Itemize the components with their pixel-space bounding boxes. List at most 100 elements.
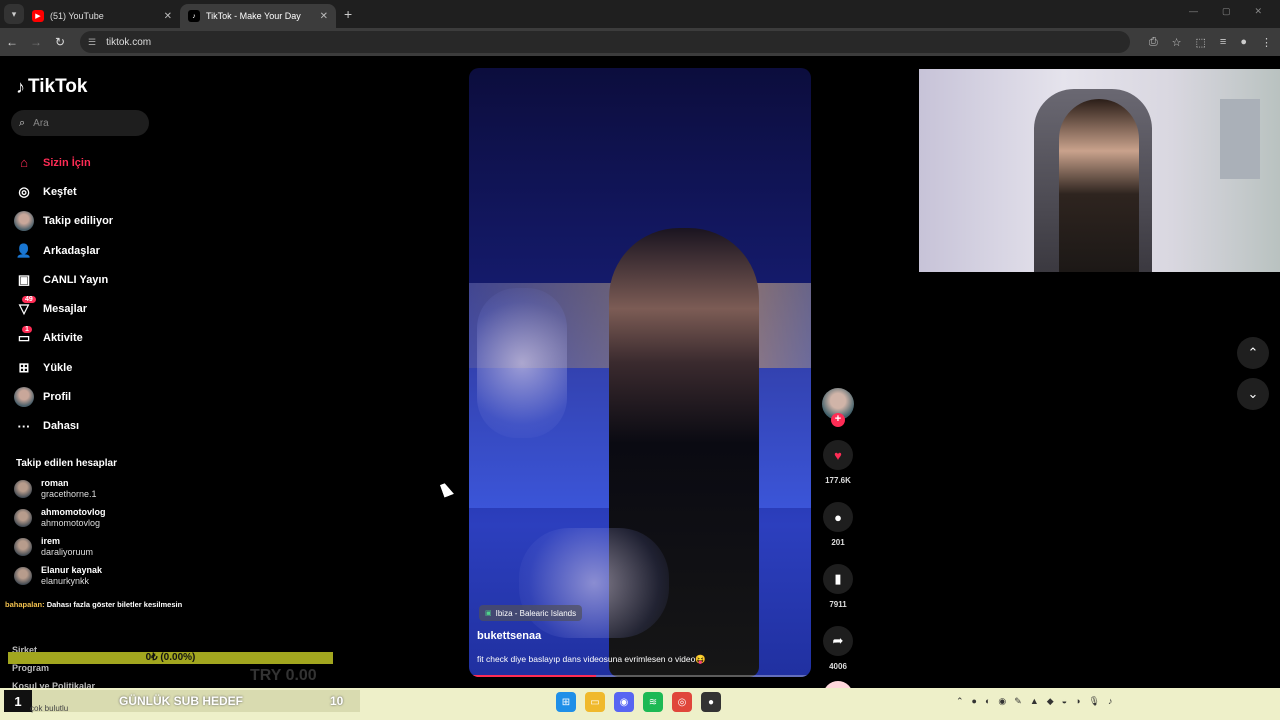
- url-input[interactable]: ☰ tiktok.com: [80, 31, 1130, 53]
- chrome-icon[interactable]: ◎: [672, 692, 692, 712]
- logo-text: TikTok: [28, 76, 88, 97]
- sidebar-item-live[interactable]: ▣ CANLI Yayın: [14, 265, 113, 294]
- tray-app-icon[interactable]: ▲: [1030, 696, 1039, 707]
- tray-chevron-up-icon[interactable]: ⌃: [956, 696, 964, 707]
- bookmark-action[interactable]: ▮ 7911: [820, 564, 856, 609]
- avatar: [14, 479, 32, 498]
- account-handle: daraliyoruum: [41, 546, 94, 557]
- profile-icon[interactable]: ●: [1240, 36, 1247, 49]
- bookmark-icon[interactable]: ▮: [823, 564, 853, 594]
- tab-youtube[interactable]: ▶ (51) YouTube ✕: [24, 4, 180, 28]
- location-tag[interactable]: ▣ Ibiza - Balearic Islands: [479, 605, 583, 621]
- close-window-icon[interactable]: ✕: [1254, 6, 1262, 17]
- sidebar-item-explore[interactable]: ◎ Keşfet: [14, 177, 113, 206]
- reload-icon[interactable]: ↻: [48, 35, 72, 49]
- sidebar-item-label: Aktivite: [43, 332, 83, 345]
- sidebar-item-profile[interactable]: Profil: [14, 382, 113, 411]
- spotify-icon[interactable]: ≋: [643, 692, 663, 712]
- bookmark-star-icon[interactable]: ☆: [1172, 36, 1182, 49]
- avatar: [14, 508, 32, 527]
- video-blur-hand: [477, 288, 567, 438]
- tab-tiktok[interactable]: ♪ TikTok - Make Your Day ✕: [180, 4, 336, 28]
- video-actions: + ♥ 177.6K ● 201 ▮ 7911 ➦ 4006 ✿: [820, 388, 856, 711]
- friends-icon: 👤: [15, 242, 33, 258]
- search-input[interactable]: ⌕ Ara: [11, 110, 149, 136]
- avatar: [14, 211, 34, 232]
- comment-action[interactable]: ● 201: [820, 502, 856, 547]
- video-progress-bar[interactable]: [469, 675, 811, 677]
- bookmark-count: 7911: [829, 600, 847, 609]
- site-info-icon[interactable]: ☰: [88, 37, 96, 48]
- video-player[interactable]: ▣ Ibiza - Balearic Islands bukettsenaa f…: [469, 68, 811, 677]
- tray-network-icon[interactable]: ◒: [1062, 696, 1067, 707]
- sidebar-item-friends[interactable]: 👤 Arkadaşlar: [14, 236, 113, 265]
- creator-avatar[interactable]: +: [822, 388, 854, 427]
- windows-start-icon[interactable]: ⊞: [556, 692, 576, 712]
- share-count: 4006: [829, 662, 847, 671]
- sidebar-item-activity[interactable]: ▭ 1 Aktivite: [14, 324, 113, 353]
- tray-speaker-icon[interactable]: ♪: [1108, 696, 1113, 707]
- comment-icon[interactable]: ●: [823, 502, 853, 532]
- donation-goal-bar: 0₺ (0.00%): [8, 652, 333, 664]
- tray-discord-icon[interactable]: ◉: [998, 696, 1006, 707]
- tray-spotify-icon[interactable]: ●: [972, 696, 977, 707]
- tray-shield-icon[interactable]: ◆: [1047, 696, 1054, 707]
- menu-icon[interactable]: ⋮: [1261, 36, 1272, 49]
- more-icon: ···: [17, 418, 31, 434]
- video-username[interactable]: bukettsenaa: [477, 630, 541, 642]
- share-action[interactable]: ➦ 4006: [820, 626, 856, 671]
- heart-icon[interactable]: ♥: [823, 440, 853, 470]
- file-explorer-icon[interactable]: ▭: [585, 692, 605, 712]
- following-account[interactable]: ahmomotovlog ahmomotovlog: [14, 503, 106, 532]
- webcam-overlay: [919, 69, 1280, 272]
- avatar: [14, 537, 32, 556]
- browser-tabbar: ▾ ▶ (51) YouTube ✕ ♪ TikTok - Make Your …: [0, 0, 1280, 28]
- new-tab-button[interactable]: +: [344, 6, 352, 22]
- sidebar-item-for-you[interactable]: ⌂ Sizin İçin: [14, 148, 113, 177]
- forward-icon[interactable]: →: [24, 35, 48, 49]
- sidebar-item-label: Mesajlar: [43, 303, 88, 316]
- previous-video-button[interactable]: ⌃: [1237, 337, 1269, 369]
- video-progress-fill: [469, 675, 596, 677]
- like-action[interactable]: ♥ 177.6K: [820, 440, 856, 485]
- following-account[interactable]: irem daraliyoruum: [14, 532, 106, 561]
- discord-icon[interactable]: ◉: [614, 692, 634, 712]
- tab-search-button[interactable]: ▾: [4, 4, 24, 24]
- location-text: Ibiza - Balearic Islands: [495, 608, 577, 618]
- chevron-up-icon: ⌃: [1247, 345, 1259, 360]
- following-list: roman gracethorne.1 ahmomotovlog ahmomotov…: [14, 474, 106, 591]
- following-account[interactable]: roman gracethorne.1: [14, 474, 106, 503]
- goal-count: 10: [330, 694, 344, 708]
- activity-icon: ▭: [17, 330, 31, 346]
- sidebar-menu: ⌂ Sizin İçin ◎ Keşfet Takip ediliyor 👤 A…: [14, 148, 113, 441]
- maximize-icon[interactable]: ▢: [1222, 6, 1231, 17]
- minimize-icon[interactable]: —: [1189, 6, 1198, 17]
- sidebar-item-more[interactable]: ··· Dahası: [14, 412, 113, 441]
- tray-pen-icon[interactable]: ✎: [1014, 696, 1022, 707]
- back-icon[interactable]: ←: [0, 35, 24, 49]
- tray-steam-icon[interactable]: ◐: [985, 696, 990, 707]
- tab-label: (51) YouTube: [50, 11, 104, 21]
- sidebar-item-following[interactable]: Takip ediliyor: [14, 207, 113, 236]
- next-video-button[interactable]: ⌄: [1237, 378, 1269, 410]
- obs-icon[interactable]: ●: [701, 692, 721, 712]
- account-name: Elanur kaynak: [41, 565, 103, 576]
- tiktok-logo[interactable]: ♪ TikTok: [16, 76, 87, 98]
- account-handle: gracethorne.1: [41, 488, 97, 499]
- install-icon[interactable]: ⎙: [1149, 36, 1158, 49]
- tray-volume-icon[interactable]: ◑: [1075, 696, 1080, 707]
- sidebar-item-upload[interactable]: ⊞ Yükle: [14, 353, 113, 382]
- tray-microphone-icon[interactable]: 🎙: [1089, 696, 1100, 707]
- sidebar-item-messages[interactable]: ▽ 49 Mesajlar: [14, 294, 113, 323]
- goal-label: GÜNLÜK SUB HEDEF: [118, 694, 243, 708]
- following-account[interactable]: Elanur kaynak elanurkynkk: [14, 562, 106, 591]
- weather-text: çok bulutlu: [30, 704, 69, 713]
- close-icon[interactable]: ✕: [320, 11, 328, 22]
- share-icon[interactable]: ➦: [823, 626, 853, 656]
- media-icon[interactable]: ≡: [1220, 36, 1226, 49]
- extensions-icon[interactable]: ⬚: [1196, 36, 1206, 49]
- webcam-shelf: [1220, 99, 1260, 179]
- compass-icon: ◎: [18, 183, 30, 199]
- follow-plus-icon[interactable]: +: [831, 413, 845, 427]
- close-icon[interactable]: ✕: [164, 11, 172, 22]
